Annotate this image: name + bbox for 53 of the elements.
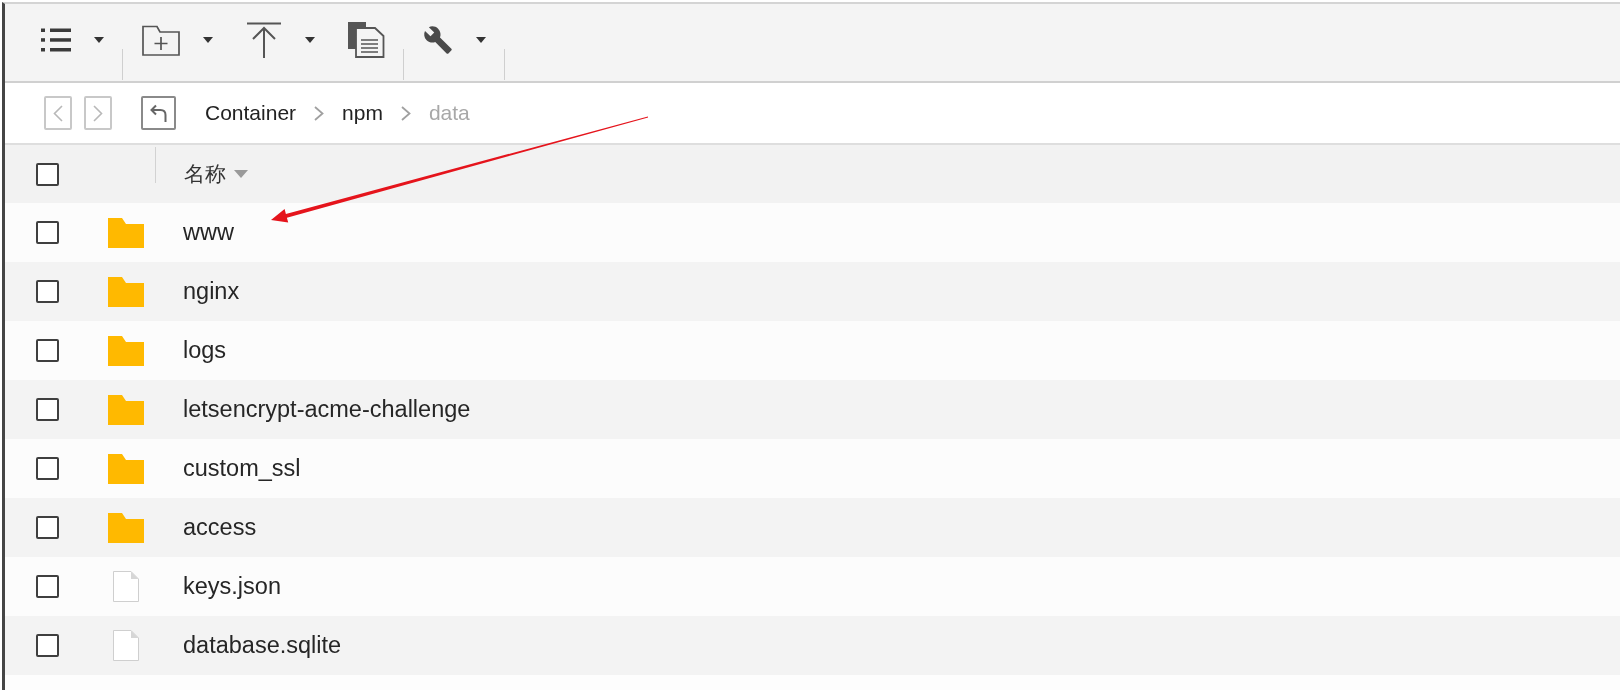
copy-button[interactable] — [348, 22, 385, 58]
row-checkbox[interactable] — [36, 280, 59, 303]
file-name: letsencrypt-acme-challenge — [183, 396, 471, 423]
list-icon — [41, 28, 71, 52]
parent-folder-button[interactable] — [141, 96, 176, 130]
row-checkbox[interactable] — [36, 457, 59, 480]
folder-icon — [108, 276, 144, 307]
select-all-checkbox[interactable] — [36, 162, 59, 186]
wrench-icon — [423, 25, 453, 55]
upload-icon — [246, 22, 282, 58]
return-arrow-icon — [150, 104, 167, 122]
row-checkbox[interactable] — [36, 398, 59, 421]
file-icon — [113, 630, 139, 661]
row-checkbox[interactable] — [36, 634, 59, 657]
chevron-right-icon — [93, 104, 103, 122]
new-folder-button[interactable] — [142, 24, 213, 56]
chevron-right-icon — [314, 105, 325, 121]
row-checkbox[interactable] — [36, 221, 59, 244]
file-name: logs — [183, 337, 227, 364]
breadcrumb-link[interactable]: Container — [205, 101, 297, 125]
folder-icon — [108, 512, 144, 543]
name-column-header[interactable]: 名称 — [184, 160, 248, 188]
list-view-button[interactable] — [41, 28, 104, 52]
tools-button[interactable] — [423, 25, 486, 55]
chevron-right-icon — [400, 105, 411, 121]
folder-icon — [108, 453, 144, 484]
file-name: www — [183, 219, 234, 246]
file-row[interactable]: database.sqlite — [5, 616, 1620, 675]
folder-icon — [108, 217, 144, 248]
file-icon — [113, 571, 139, 602]
upload-button[interactable] — [246, 22, 315, 58]
caret-icon — [203, 37, 213, 43]
row-checkbox[interactable] — [36, 575, 59, 598]
file-row[interactable]: access — [5, 498, 1620, 557]
current-folder-label: data — [428, 101, 470, 125]
folder-icon — [108, 394, 144, 425]
file-name: keys.json — [183, 573, 281, 600]
file-name: nginx — [183, 278, 240, 305]
file-name: database.sqlite — [183, 632, 342, 659]
caret-icon — [305, 37, 315, 43]
caret-icon — [94, 37, 104, 43]
file-name: access — [183, 514, 257, 541]
caret-icon — [476, 37, 486, 43]
copy-icon — [348, 22, 385, 58]
row-checkbox[interactable] — [36, 339, 59, 362]
chevron-left-icon — [53, 104, 63, 122]
folder-plus-icon — [142, 24, 180, 56]
file-name: custom_ssl — [183, 455, 301, 482]
file-row[interactable]: nginx — [5, 262, 1620, 321]
breadcrumb-link[interactable]: npm — [342, 101, 383, 125]
row-checkbox[interactable] — [36, 516, 59, 539]
file-row[interactable]: letsencrypt-acme-challenge — [5, 380, 1620, 439]
folder-icon — [108, 335, 144, 366]
